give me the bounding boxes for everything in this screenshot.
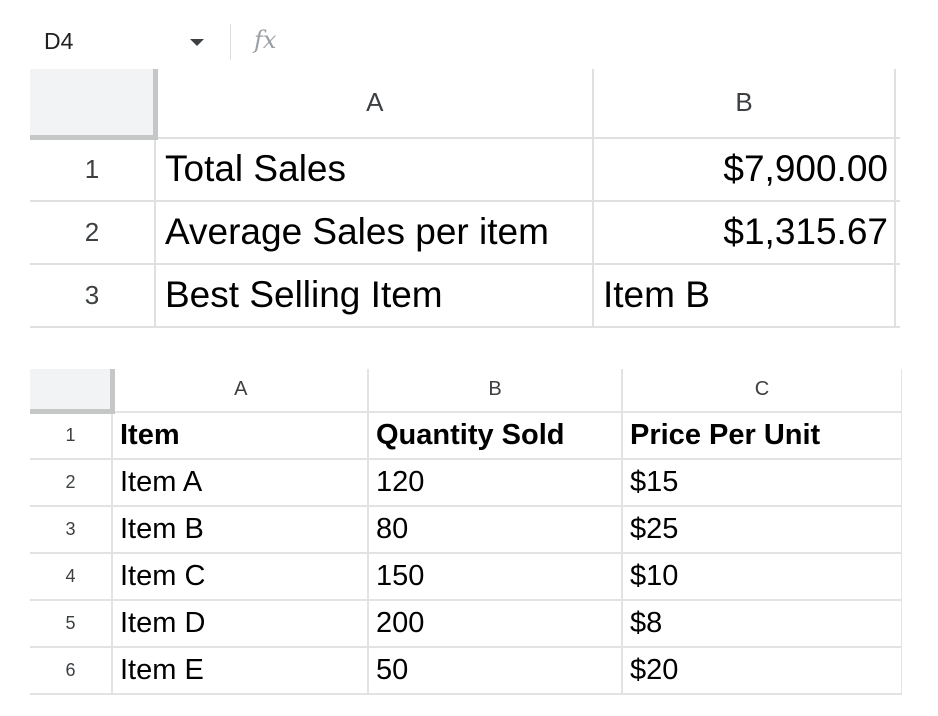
row-header[interactable]: 3 bbox=[30, 262, 156, 328]
cell-c5[interactable]: $8 bbox=[621, 598, 902, 648]
column-header-b[interactable]: B bbox=[592, 69, 896, 139]
row-header[interactable]: 2 bbox=[30, 199, 156, 265]
cell-a2[interactable]: Item A bbox=[111, 457, 369, 507]
column-header-c[interactable]: C bbox=[621, 369, 902, 413]
cell-b2[interactable]: 120 bbox=[367, 457, 623, 507]
sales-data-table: A B C 1 Item Quantity Sold Price Per Uni… bbox=[30, 369, 902, 695]
cell-c3[interactable]: $25 bbox=[621, 504, 902, 554]
cell-b6[interactable]: 50 bbox=[367, 645, 623, 695]
row-header[interactable]: 3 bbox=[30, 504, 113, 554]
row-header[interactable]: 4 bbox=[30, 551, 113, 601]
cell-a2[interactable]: Average Sales per item bbox=[154, 199, 594, 265]
cell-a1[interactable]: Total Sales bbox=[154, 136, 594, 202]
row-header[interactable]: 1 bbox=[30, 410, 113, 460]
formula-bar-divider bbox=[230, 24, 231, 60]
cell-a5[interactable]: Item D bbox=[111, 598, 369, 648]
cell-c3[interactable] bbox=[894, 262, 900, 328]
cell-b3[interactable]: Item B bbox=[592, 262, 896, 328]
row-header[interactable]: 1 bbox=[30, 136, 156, 202]
row-header[interactable]: 2 bbox=[30, 457, 113, 507]
cell-c2[interactable]: $15 bbox=[621, 457, 902, 507]
cell-c4[interactable]: $10 bbox=[621, 551, 902, 601]
cell-b5[interactable]: 200 bbox=[367, 598, 623, 648]
cell-a3[interactable]: Item B bbox=[111, 504, 369, 554]
formula-bar: D4 fx bbox=[0, 0, 938, 70]
fx-icon: fx bbox=[254, 26, 277, 54]
name-box[interactable]: D4 bbox=[44, 28, 73, 55]
column-header-a[interactable]: A bbox=[111, 369, 369, 413]
sales-data-sheet-grid: A B C 1 Item Quantity Sold Price Per Uni… bbox=[30, 369, 902, 695]
cell-a3[interactable]: Best Selling Item bbox=[154, 262, 594, 328]
cell-a1[interactable]: Item bbox=[111, 410, 369, 460]
select-all-corner[interactable] bbox=[30, 69, 158, 140]
cell-b1[interactable]: $7,900.00 bbox=[592, 136, 896, 202]
summary-table: A B 1 Total Sales $7,900.00 2 Average Sa… bbox=[30, 69, 900, 328]
row-header[interactable]: 5 bbox=[30, 598, 113, 648]
cell-b4[interactable]: 150 bbox=[367, 551, 623, 601]
column-header-c[interactable] bbox=[894, 69, 900, 139]
cell-b1[interactable]: Quantity Sold bbox=[367, 410, 623, 460]
cell-c2[interactable] bbox=[894, 199, 900, 265]
cell-b2[interactable]: $1,315.67 bbox=[592, 199, 896, 265]
cell-c1[interactable]: Price Per Unit bbox=[621, 410, 902, 460]
summary-sheet-grid: A B 1 Total Sales $7,900.00 2 Average Sa… bbox=[30, 69, 900, 328]
cell-b3[interactable]: 80 bbox=[367, 504, 623, 554]
cell-c6[interactable]: $20 bbox=[621, 645, 902, 695]
row-header[interactable]: 6 bbox=[30, 645, 113, 695]
select-all-corner[interactable] bbox=[30, 369, 115, 414]
column-header-a[interactable]: A bbox=[154, 69, 594, 139]
cell-c1[interactable] bbox=[894, 136, 900, 202]
column-header-b[interactable]: B bbox=[367, 369, 623, 413]
cell-a6[interactable]: Item E bbox=[111, 645, 369, 695]
chevron-down-icon[interactable] bbox=[190, 39, 204, 46]
cell-a4[interactable]: Item C bbox=[111, 551, 369, 601]
